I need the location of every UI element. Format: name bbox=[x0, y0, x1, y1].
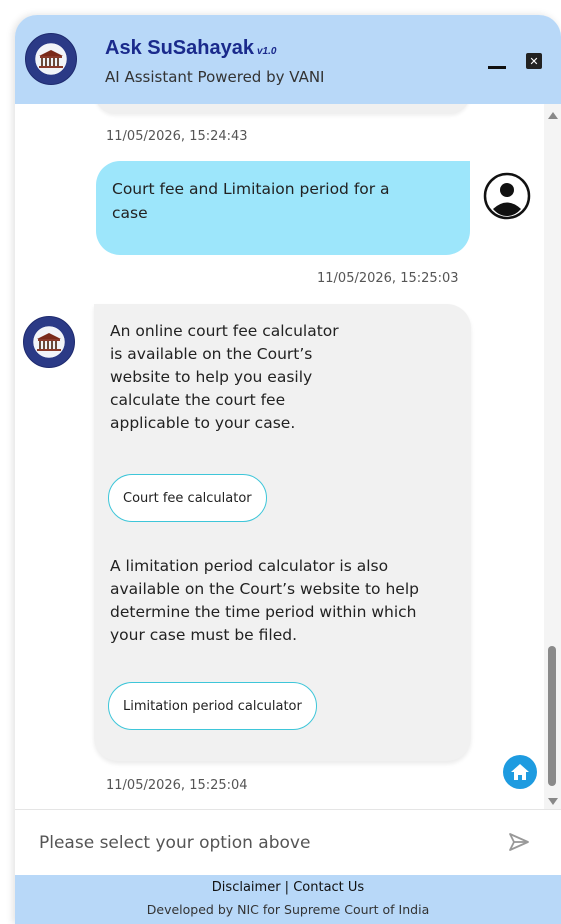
court-building-icon bbox=[39, 50, 63, 68]
close-icon[interactable]: ✕ bbox=[526, 53, 542, 69]
minimize-icon[interactable] bbox=[488, 53, 506, 71]
user-message-text: Court fee and Limitaion period for a cas… bbox=[112, 180, 390, 222]
user-avatar-icon bbox=[483, 172, 531, 220]
footer-credit: Developed by NIC for Supreme Court of In… bbox=[146, 902, 430, 917]
chat-title: Ask SuSahayak bbox=[105, 37, 254, 59]
bot-message-bubble: An online court fee calculator is availa… bbox=[94, 304, 471, 761]
message-timestamp: 11/05/2026, 15:25:04 bbox=[106, 778, 248, 793]
chat-scrollbar[interactable] bbox=[544, 104, 561, 809]
court-building-icon bbox=[37, 333, 61, 351]
chat-subtitle: AI Assistant Powered by VANI bbox=[105, 68, 325, 86]
bot-message-text: A limitation period calculator is also a… bbox=[110, 557, 419, 644]
contact-us-link[interactable]: Contact Us bbox=[293, 880, 364, 895]
version-label: v1.0 bbox=[256, 46, 277, 57]
message-timestamp: 11/05/2026, 15:25:03 bbox=[317, 271, 459, 286]
scroll-thumb[interactable] bbox=[548, 646, 556, 786]
scroll-down-arrow-icon[interactable] bbox=[548, 798, 558, 805]
disclaimer-link[interactable]: Disclaimer bbox=[212, 880, 281, 895]
message-timestamp: 11/05/2026, 15:24:43 bbox=[106, 129, 248, 144]
footer-links: Disclaimer | Contact Us bbox=[15, 880, 561, 895]
bot-message-text: An online court fee calculator is availa… bbox=[110, 322, 339, 432]
previous-bot-bubble bbox=[95, 104, 470, 114]
scroll-up-arrow-icon[interactable] bbox=[548, 112, 558, 119]
home-button[interactable] bbox=[503, 755, 537, 789]
supreme-court-emblem-icon bbox=[25, 33, 77, 85]
footer-separator: | bbox=[280, 880, 294, 895]
chat-widget: Ask SuSahayak v1.0 AI Assistant Powered b… bbox=[15, 15, 561, 924]
message-input[interactable] bbox=[39, 825, 459, 861]
chat-messages-area: 11/05/2026, 15:24:43 Court fee and Limit… bbox=[15, 104, 561, 809]
send-icon[interactable] bbox=[508, 831, 530, 853]
user-message-bubble: Court fee and Limitaion period for a cas… bbox=[96, 161, 470, 255]
message-input-bar bbox=[15, 809, 561, 875]
bot-avatar bbox=[23, 316, 75, 368]
chat-footer: Disclaimer | Contact Us Developed by NIC… bbox=[15, 875, 561, 924]
home-icon bbox=[511, 764, 529, 780]
court-fee-calculator-button[interactable]: Court fee calculator bbox=[108, 474, 267, 522]
chat-header: Ask SuSahayak v1.0 AI Assistant Powered b… bbox=[15, 15, 561, 104]
limitation-period-calculator-button[interactable]: Limitation period calculator bbox=[108, 682, 317, 730]
chat-title-row: Ask SuSahayak v1.0 bbox=[105, 37, 276, 60]
